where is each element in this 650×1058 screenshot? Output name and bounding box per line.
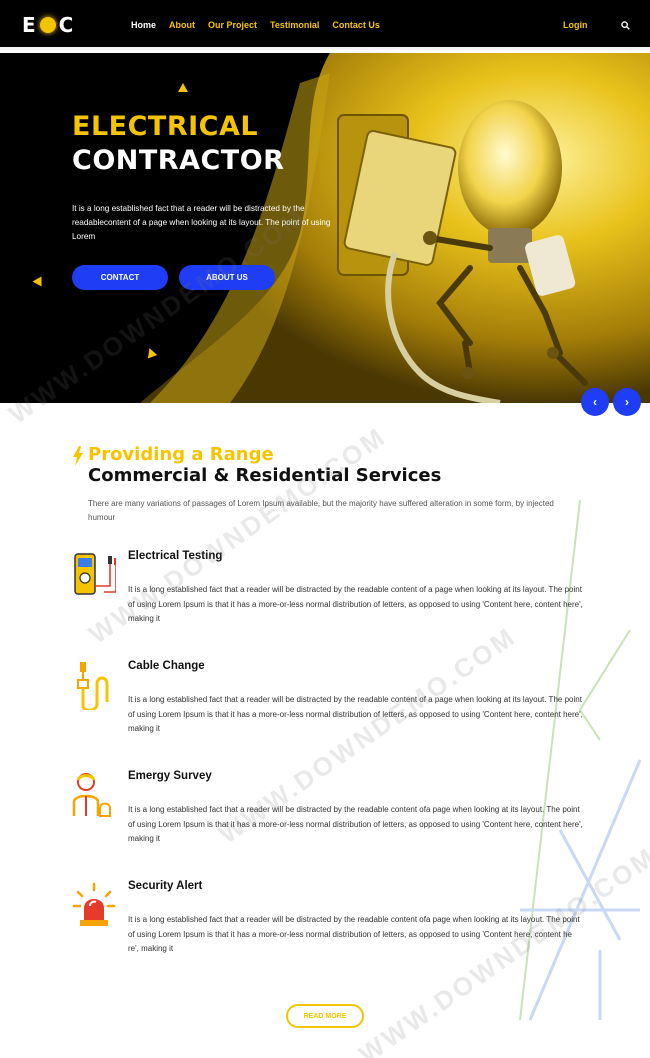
decor-triangle bbox=[178, 83, 188, 92]
contact-button[interactable]: CONTACT bbox=[72, 265, 168, 290]
main-menu: Home About Our Project Testimonial Conta… bbox=[131, 20, 380, 30]
cable-plug-icon bbox=[77, 662, 109, 710]
login-link[interactable]: Login bbox=[563, 20, 588, 30]
service-text-security-alert: It is a long established fact that a rea… bbox=[128, 915, 580, 953]
nav-our-project-link[interactable]: Our Project bbox=[208, 20, 257, 30]
top-navbar: E C Home About Our Project Testimonial C… bbox=[0, 0, 650, 50]
hero-description: It is a long established fact that a rea… bbox=[72, 204, 331, 241]
service-text-emergy-survey: It is a long established fact that a rea… bbox=[128, 805, 583, 843]
page: E C Home About Our Project Testimonial C… bbox=[0, 0, 650, 1058]
lightning-bolt-icon bbox=[73, 446, 83, 466]
alarm-siren-icon bbox=[72, 882, 116, 926]
services-heading: Commercial & Residential Services bbox=[88, 465, 442, 486]
worker-icon bbox=[72, 773, 111, 817]
services-intro: There are many variations of passages of… bbox=[88, 499, 554, 522]
service-text-electrical-testing: It is a long established fact that a rea… bbox=[128, 585, 583, 623]
read-more-button[interactable]: READ MORE bbox=[286, 1004, 364, 1028]
service-title-cable-change: Cable Change bbox=[128, 660, 205, 672]
site-logo[interactable]: E C bbox=[22, 13, 75, 37]
hero-title-line2: CONTRACTOR bbox=[72, 145, 285, 176]
chevron-right-icon: › bbox=[625, 395, 629, 409]
slider-next-button[interactable]: › bbox=[613, 388, 641, 416]
search-icon[interactable] bbox=[621, 21, 630, 30]
service-title-security-alert: Security Alert bbox=[128, 880, 203, 892]
logo-letter-c: C bbox=[58, 13, 75, 37]
slider-prev-button[interactable]: ‹ bbox=[581, 388, 609, 416]
nav-contact-us-link[interactable]: Contact Us bbox=[332, 20, 380, 30]
services-subheading: Providing a Range bbox=[88, 444, 274, 465]
multimeter-icon bbox=[74, 553, 116, 595]
hero-title-line1: ELECTRICAL bbox=[72, 111, 259, 142]
service-title-electrical-testing: Electrical Testing bbox=[128, 550, 223, 562]
bulb-icon bbox=[39, 17, 56, 33]
service-title-emergy-survey: Emergy Survey bbox=[128, 770, 212, 782]
nav-home-link[interactable]: Home bbox=[131, 20, 156, 30]
chevron-left-icon: ‹ bbox=[593, 395, 597, 409]
service-text-cable-change: It is a long established fact that a rea… bbox=[128, 695, 583, 733]
decor-triangle bbox=[32, 276, 42, 287]
logo-letter-e: E bbox=[22, 13, 37, 37]
about-us-button[interactable]: ABOUT US bbox=[179, 265, 275, 290]
nav-testimonial-link[interactable]: Testimonial bbox=[270, 20, 319, 30]
nav-about-link[interactable]: About bbox=[169, 20, 195, 30]
hero-slider: ELECTRICAL CONTRACTOR It is a long estab… bbox=[0, 53, 650, 403]
